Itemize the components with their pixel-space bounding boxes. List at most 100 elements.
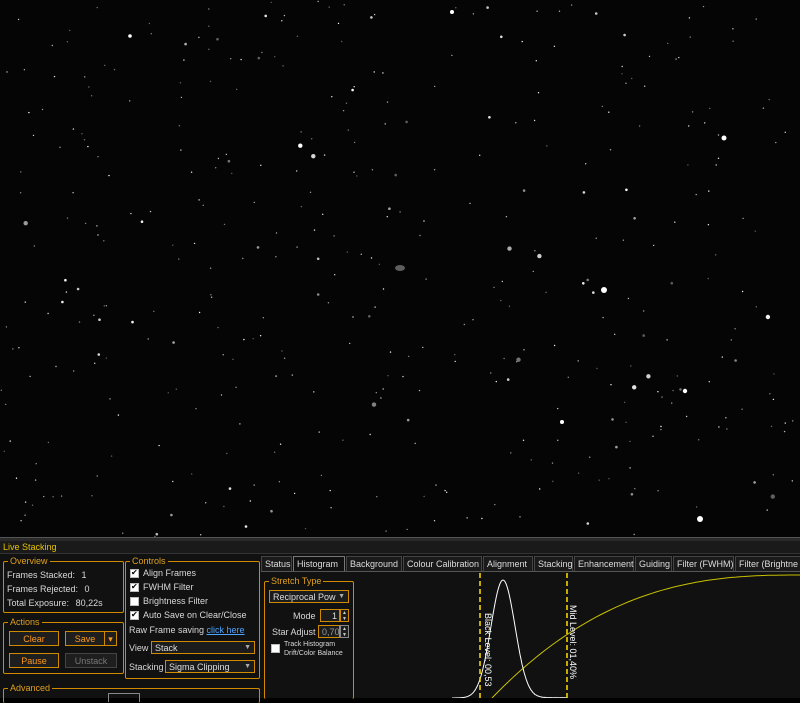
tab-stacking[interactable]: Stacking: [534, 556, 573, 571]
star: [243, 338, 245, 341]
star: [98, 318, 101, 322]
star: [9, 440, 11, 442]
star: [216, 37, 219, 41]
star: [327, 302, 330, 304]
track-histogram-checkbox[interactable]: [271, 644, 280, 653]
stretch-type-select[interactable]: Reciprocal Pow ▼: [269, 590, 349, 603]
star-adjust-spinner[interactable]: ▲ ▼: [340, 625, 349, 638]
star: [633, 217, 636, 220]
star: [765, 314, 771, 320]
unstack-button[interactable]: Unstack: [65, 653, 117, 668]
star: [117, 414, 120, 416]
advanced-group[interactable]: Advanced: [3, 683, 260, 703]
overview-title: Overview: [8, 556, 50, 566]
star: [330, 507, 332, 509]
star: [183, 59, 185, 61]
tab-filter-fwhm[interactable]: Filter (FWHM): [673, 556, 734, 571]
star: [382, 72, 384, 74]
align-frames-checkbox[interactable]: [130, 568, 139, 578]
star: [402, 375, 404, 378]
star: [385, 530, 387, 532]
star: [435, 484, 437, 486]
star: [66, 41, 69, 43]
star: [629, 467, 631, 469]
controls-group: Controls Align Frames FWHM Filter Bright…: [125, 556, 260, 679]
star: [644, 85, 646, 87]
star: [47, 441, 50, 444]
star: [557, 439, 559, 441]
star: [582, 191, 586, 194]
star: [209, 267, 212, 269]
star: [313, 391, 315, 393]
raw-frame-saving-link[interactable]: click here: [207, 625, 245, 635]
star: [621, 73, 623, 75]
save-button[interactable]: Save: [65, 631, 105, 646]
star-adjust-input[interactable]: 0,70: [318, 625, 340, 638]
star: [373, 13, 376, 16]
tab-alignment[interactable]: Alignment: [483, 556, 533, 571]
star: [131, 320, 134, 324]
star: [3, 450, 5, 452]
star: [81, 133, 83, 135]
tab-colour-calibration[interactable]: Colour Calibration: [403, 556, 482, 571]
star: [353, 171, 355, 173]
star: [631, 77, 633, 80]
star: [414, 442, 416, 445]
star: [91, 495, 93, 497]
star: [17, 18, 20, 21]
clear-button[interactable]: Clear: [9, 631, 59, 646]
star: [558, 10, 561, 12]
stacking-select[interactable]: Sigma Clipping ▼: [165, 660, 255, 673]
tab-background[interactable]: Background: [346, 556, 402, 571]
star: [516, 361, 518, 363]
mode-spinner[interactable]: ▲ ▼: [340, 609, 349, 622]
star: [382, 288, 385, 290]
star: [23, 69, 26, 71]
mode-input[interactable]: 1: [320, 609, 340, 622]
tab-histogram[interactable]: Histogram: [293, 556, 345, 571]
star: [244, 525, 248, 528]
star: [304, 528, 307, 530]
star: [298, 143, 303, 148]
star: [220, 394, 223, 396]
star: [149, 210, 152, 213]
star: [309, 191, 312, 193]
tab-guiding[interactable]: Guiding: [635, 556, 672, 571]
star: [642, 334, 645, 337]
star: [674, 221, 676, 223]
star: [702, 5, 705, 8]
save-dropdown-button[interactable]: ▾: [104, 631, 117, 646]
fwhm-filter-checkbox[interactable]: [130, 582, 139, 592]
star: [553, 344, 556, 347]
star: [672, 389, 674, 392]
stacked-image-preview[interactable]: [0, 0, 800, 538]
brightness-filter-checkbox[interactable]: [130, 597, 139, 606]
view-select[interactable]: Stack ▼: [151, 641, 255, 654]
star: [718, 426, 720, 428]
star: [96, 475, 98, 477]
star: [661, 396, 663, 398]
star: [582, 282, 585, 285]
star: [191, 473, 193, 475]
tab-filter-brightne[interactable]: Filter (Brightne: [735, 556, 800, 571]
star: [691, 111, 694, 113]
pause-button[interactable]: Pause: [9, 653, 59, 668]
star: [537, 253, 542, 259]
star: [503, 357, 505, 360]
auto-save-checkbox[interactable]: [130, 610, 139, 620]
histogram-plot[interactable]: Black Level: 00,53 Mid Level: 01,40%: [352, 573, 800, 698]
tab-status[interactable]: Status: [261, 556, 292, 571]
star: [96, 225, 98, 227]
star: [217, 157, 220, 160]
star: [508, 305, 511, 307]
chevron-down-icon: ▼: [244, 644, 251, 651]
star: [638, 125, 641, 127]
star: [488, 116, 491, 119]
star: [481, 517, 483, 520]
star: [108, 174, 110, 177]
star: [500, 299, 502, 302]
star: [110, 455, 113, 457]
tab-enhancement[interactable]: Enhancement: [574, 556, 634, 571]
star: [103, 240, 105, 242]
star: [394, 173, 398, 177]
